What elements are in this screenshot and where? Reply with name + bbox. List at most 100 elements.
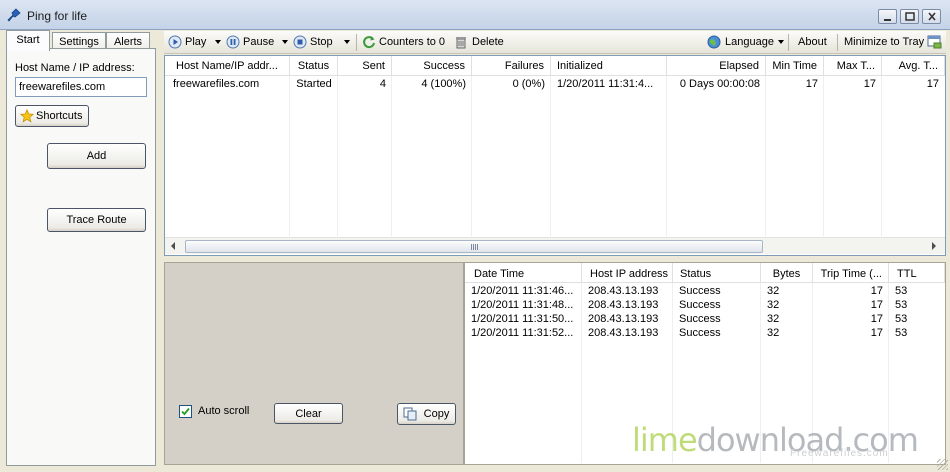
column-header[interactable]: Bytes xyxy=(761,263,813,283)
column-header[interactable]: Success xyxy=(392,56,472,76)
splitter[interactable] xyxy=(164,257,946,261)
table-cell: Success xyxy=(679,299,721,311)
scroll-right-arrow-icon[interactable] xyxy=(932,242,936,250)
about-label: About xyxy=(798,36,827,48)
about-button[interactable]: About xyxy=(798,31,832,54)
pause-dropdown-arrow-icon[interactable] xyxy=(282,40,288,44)
shortcuts-label: Shortcuts xyxy=(36,110,83,122)
column-header[interactable]: Elapsed xyxy=(667,56,766,76)
table-cell: 53 xyxy=(895,313,908,325)
table-cell: 17 xyxy=(926,78,939,90)
column-header[interactable]: Avg. T... xyxy=(882,56,945,76)
column-header[interactable]: Sent xyxy=(338,56,392,76)
table-cell: 1/20/2011 11:31:46... xyxy=(471,285,574,297)
column-divider xyxy=(471,76,472,236)
stop-icon xyxy=(293,35,307,49)
column-header[interactable]: Date Time xyxy=(465,263,582,283)
column-header[interactable]: TTL xyxy=(889,263,945,283)
table-cell: freewarefiles.com xyxy=(173,78,260,90)
scroll-left-arrow-icon[interactable] xyxy=(171,242,175,250)
delete-button[interactable]: Delete xyxy=(454,31,506,54)
copy-label: Copy xyxy=(423,408,450,420)
app-pin-icon xyxy=(7,8,21,22)
clear-button[interactable]: Clear xyxy=(274,403,343,424)
pause-button[interactable]: Pause xyxy=(226,31,292,54)
column-divider xyxy=(881,76,882,236)
close-icon xyxy=(928,12,936,21)
stop-dropdown-arrow-icon[interactable] xyxy=(344,40,350,44)
column-header[interactable]: Initialized xyxy=(551,56,667,76)
column-divider xyxy=(391,76,392,236)
pause-icon xyxy=(226,35,240,49)
toolbar: Play Pause Stop Counters to 0 Delete Lan… xyxy=(164,31,946,54)
resize-grip-icon[interactable] xyxy=(937,459,948,470)
table-cell: 32 xyxy=(767,327,780,339)
tab-start[interactable]: Start xyxy=(6,30,50,51)
minimize-to-tray-button[interactable]: Minimize to Tray xyxy=(844,31,942,54)
start-panel: Host Name / IP address: Shortcuts Add Tr… xyxy=(6,48,156,466)
column-header[interactable]: Max T... xyxy=(824,56,882,76)
table-cell: 208.43.13.193 xyxy=(588,327,659,339)
column-divider xyxy=(823,76,824,236)
column-header[interactable]: Host Name/IP addr... xyxy=(165,56,290,76)
table-cell: 4 xyxy=(379,78,386,90)
copy-icon xyxy=(403,407,417,421)
counters-reset-button[interactable]: Counters to 0 xyxy=(362,31,448,54)
shortcuts-button[interactable]: Shortcuts xyxy=(15,105,89,127)
play-label: Play xyxy=(185,36,207,48)
table-cell: 17 xyxy=(870,299,883,311)
table-cell: 17 xyxy=(870,327,883,339)
table-cell: Success xyxy=(679,285,721,297)
column-divider xyxy=(765,76,766,236)
stop-label: Stop xyxy=(310,36,333,48)
table-cell: 1/20/2011 11:31:48... xyxy=(471,299,574,311)
tab-settings-label: Settings xyxy=(59,36,99,48)
table-cell: 53 xyxy=(895,299,908,311)
column-divider xyxy=(337,76,338,236)
trace-route-label: Trace Route xyxy=(66,214,127,226)
table-cell: 208.43.13.193 xyxy=(588,285,659,297)
host-input[interactable] xyxy=(15,77,147,97)
stop-button[interactable]: Stop xyxy=(293,31,353,54)
scrollbar-thumb[interactable] xyxy=(185,240,763,253)
play-button[interactable]: Play xyxy=(168,31,226,54)
column-header[interactable]: Min Time xyxy=(766,56,824,76)
column-header[interactable]: Failures xyxy=(472,56,551,76)
checkmark-icon xyxy=(181,407,190,416)
clear-label: Clear xyxy=(295,408,322,420)
minimize-window-button[interactable] xyxy=(878,9,897,24)
watermark-subtext: Freewarefiles.com xyxy=(790,448,889,459)
table-cell: 32 xyxy=(767,299,780,311)
table-cell: 53 xyxy=(895,327,908,339)
table-cell: Success xyxy=(679,313,721,325)
table-cell: 17 xyxy=(863,78,876,90)
maximize-icon xyxy=(905,12,915,21)
column-header[interactable]: Host IP address xyxy=(582,263,673,283)
tab-alerts-label: Alerts xyxy=(113,36,143,48)
play-icon xyxy=(168,35,182,49)
horizontal-scrollbar[interactable] xyxy=(165,237,945,254)
auto-scroll-checkbox[interactable] xyxy=(179,405,192,418)
column-header[interactable]: Status xyxy=(673,263,761,283)
toolbar-separator xyxy=(356,34,357,51)
language-dropdown-arrow-icon[interactable] xyxy=(778,40,784,44)
column-divider xyxy=(666,76,667,236)
copy-button[interactable]: Copy xyxy=(397,403,456,425)
add-button[interactable]: Add xyxy=(47,143,146,169)
tab-start-label: Start xyxy=(16,34,40,46)
host-label: Host Name / IP address: xyxy=(15,62,135,74)
counters-label: Counters to 0 xyxy=(379,36,446,48)
play-dropdown-arrow-icon[interactable] xyxy=(215,40,221,44)
column-header[interactable]: Status xyxy=(290,56,338,76)
language-button[interactable]: Language xyxy=(707,31,787,54)
minimize-to-tray-label: Minimize to Tray xyxy=(844,36,925,48)
trace-route-button[interactable]: Trace Route xyxy=(47,208,146,232)
close-window-button[interactable] xyxy=(922,9,941,24)
table-cell: 208.43.13.193 xyxy=(588,299,659,311)
log-controls-panel: Auto scroll Clear Copy xyxy=(164,262,464,465)
hosts-table[interactable]: Host Name/IP addr... Status Sent Success… xyxy=(164,55,946,256)
column-header[interactable]: Trip Time (... xyxy=(813,263,889,283)
minimize-icon xyxy=(884,19,891,21)
table-cell: 17 xyxy=(870,285,883,297)
maximize-window-button[interactable] xyxy=(900,9,919,24)
